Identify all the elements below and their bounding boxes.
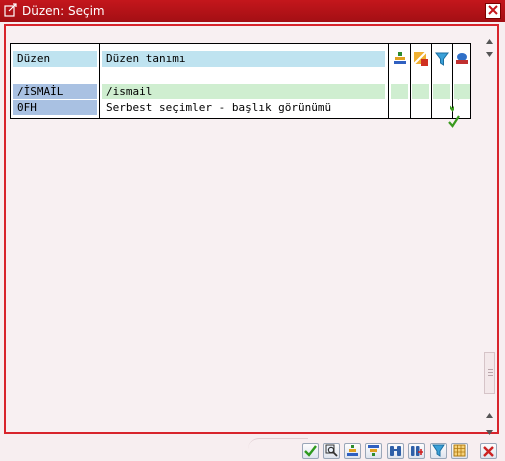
title-bar: Düzen: Seçim <box>0 0 505 22</box>
cancel-icon <box>483 442 494 461</box>
table-row-2-save[interactable] <box>454 100 470 115</box>
column-header-filter[interactable] <box>433 51 450 67</box>
table-row-1-filter[interactable] <box>433 84 450 99</box>
footer-toolbar <box>0 436 505 459</box>
default-layout-icon <box>393 51 407 70</box>
dialog-panel: Düzen Düzen tanımı /İSMAİL /ismail 0FH S… <box>4 24 499 435</box>
table-row-2-description[interactable]: Serbest seçimler - başlık görünümü <box>102 100 385 115</box>
confirm-button[interactable] <box>302 443 319 459</box>
sort-ascending-button[interactable] <box>344 443 361 459</box>
window-title: Düzen: Seçim <box>22 4 105 18</box>
scroll-thumb[interactable] <box>484 352 495 394</box>
table-row-2-layout[interactable]: 0FH <box>13 100 97 115</box>
sort-descending-button[interactable] <box>365 443 382 459</box>
layout-table: Düzen Düzen tanımı /İSMAİL /ismail 0FH S… <box>10 43 471 128</box>
column-header-save[interactable] <box>454 51 470 67</box>
sort-ascending-icon <box>346 442 359 461</box>
checkmark-icon <box>304 442 317 461</box>
window-icon <box>4 3 18 20</box>
scroll-up-fast-icon[interactable] <box>486 42 493 61</box>
column-header-description[interactable]: Düzen tanımı <box>102 51 385 67</box>
find-button[interactable] <box>323 443 340 459</box>
binoculars-plus-icon <box>410 442 423 461</box>
column-header-user-specific[interactable] <box>412 51 429 67</box>
filter-button[interactable] <box>430 443 447 459</box>
binoculars-icon <box>389 442 402 461</box>
cancel-button[interactable] <box>480 443 497 459</box>
table-row-1-layout[interactable]: /İSMAİL <box>13 84 97 99</box>
filter-icon <box>432 442 445 461</box>
search-icon <box>325 442 338 461</box>
sort-descending-icon <box>367 442 380 461</box>
layout-button[interactable] <box>451 443 468 459</box>
table-row-1-save[interactable] <box>454 84 470 99</box>
table-row-2-filter[interactable] <box>433 100 450 115</box>
column-header-default[interactable] <box>391 51 408 67</box>
filter-icon <box>435 51 449 70</box>
table-row-2-default[interactable] <box>391 100 460 128</box>
close-button[interactable] <box>485 3 501 19</box>
table-row-1-description[interactable]: /ismail <box>102 84 385 99</box>
close-icon <box>488 4 498 18</box>
vertical-scrollbar[interactable] <box>483 26 497 435</box>
table-row-2-user[interactable] <box>412 100 429 115</box>
table-row-1-user[interactable] <box>412 84 429 99</box>
find-first-button[interactable] <box>387 443 404 459</box>
column-header-layout[interactable]: Düzen <box>13 51 97 67</box>
user-specific-icon <box>413 51 429 70</box>
find-next-button[interactable] <box>408 443 425 459</box>
grid-layout-icon <box>453 442 466 461</box>
save-settings-icon <box>455 51 469 70</box>
table-row-1-default[interactable] <box>391 84 460 112</box>
